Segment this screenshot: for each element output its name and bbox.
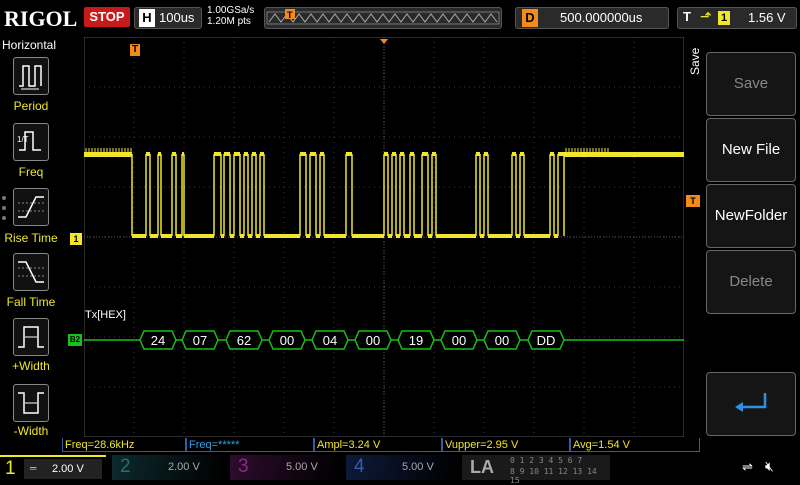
period-measure-button[interactable] — [13, 57, 49, 95]
rise-time-label: Rise Time — [4, 231, 58, 245]
horizontal-scale-display[interactable]: H 100us — [134, 7, 202, 29]
bus-byte-value: 62 — [237, 333, 251, 348]
horizontal-key: H — [139, 9, 155, 27]
bus-byte-value: 00 — [452, 333, 466, 348]
ch1-coupling-icon: ═ — [30, 463, 37, 473]
enter-button[interactable] — [706, 372, 796, 436]
bus-offset-marker[interactable]: B2 — [68, 334, 82, 346]
enter-icon — [735, 393, 767, 412]
ch4-tab[interactable]: 4 5.00 V — [346, 455, 458, 480]
neg-width-label: -Width — [13, 424, 49, 438]
bus-byte-value: 24 — [151, 333, 165, 348]
memory-depth: 1.20M pts — [207, 16, 251, 27]
ch4-number: 4 — [354, 456, 365, 477]
bus-byte-value: DD — [537, 333, 556, 348]
bus-label: Tx[HEX] — [85, 309, 126, 321]
sample-rate-info: 1.00GSa/s 1.20M pts — [207, 5, 254, 27]
waveform-display[interactable]: 24 07 62 00 04 00 19 00 00 DD — [84, 37, 684, 437]
freq-label: Freq — [18, 165, 44, 179]
bus-byte-value: 00 — [366, 333, 380, 348]
fall-time-icon — [18, 261, 44, 283]
trigger-slope-icon: ⬏ — [700, 8, 712, 24]
trigger-time-marker: T — [130, 44, 140, 56]
sample-rate: 1.00GSa/s — [207, 5, 255, 16]
trigger-level-value: 1.56 V — [748, 10, 786, 25]
ch2-scale: 2.00 V — [168, 461, 200, 473]
freq-icon: 1/T — [17, 131, 41, 151]
trigger-level-display[interactable]: T ⬏ 1 1.56 V — [677, 7, 797, 29]
rise-time-icon — [18, 196, 44, 218]
trigger-key: T — [683, 9, 691, 24]
la-label: LA — [470, 457, 494, 477]
bus-byte-value: 04 — [323, 333, 337, 348]
ch3-scale: 5.00 V — [286, 461, 318, 473]
memory-waveform-overview: T — [266, 9, 500, 25]
neg-width-icon — [18, 392, 44, 414]
pos-width-label: +Width — [12, 359, 50, 373]
measurement-freq-ch1: Freq=28.6kHz — [62, 438, 186, 452]
memory-position-bar: T — [264, 7, 502, 29]
measurement-amplitude: Ampl=3.24 V — [314, 438, 442, 452]
bus-byte-value: 00 — [280, 333, 294, 348]
ch2-number: 2 — [120, 456, 131, 477]
measurement-average: Avg=1.54 V — [570, 438, 700, 452]
ch1-number: 1 — [5, 458, 16, 479]
ch1-offset-marker[interactable]: 1 — [70, 233, 82, 245]
trigger-source-channel: 1 — [718, 11, 730, 25]
new-folder-button[interactable]: NewFolder — [706, 184, 796, 248]
menu-page-dots — [2, 196, 8, 226]
la-channels-row2: 8 9 10 11 12 13 14 15 — [510, 467, 597, 485]
bus-byte-value: 07 — [193, 333, 207, 348]
measurement-vupper: Vupper=2.95 V — [442, 438, 570, 452]
rise-time-measure-button[interactable] — [13, 188, 49, 226]
la-tab[interactable]: LA 0 1 2 3 4 5 6 7 8 9 10 11 12 13 14 15 — [462, 455, 610, 485]
pos-width-measure-button[interactable] — [13, 318, 49, 356]
bus-byte-value: 19 — [409, 333, 423, 348]
fall-time-measure-button[interactable] — [13, 253, 49, 291]
left-menu-title: Horizontal — [2, 38, 57, 52]
ch3-tab[interactable]: 3 5.00 V — [230, 455, 340, 480]
bus-byte-value: 00 — [495, 333, 509, 348]
pos-width-icon — [18, 326, 44, 348]
new-file-button[interactable]: New File — [706, 118, 796, 182]
measurement-freq-other: Freq=***** — [186, 438, 314, 452]
period-label: Period — [13, 99, 49, 113]
delay-key: D — [522, 9, 538, 27]
ch3-number: 3 — [238, 456, 249, 477]
ch2-tab[interactable]: 2 2.00 V — [112, 455, 224, 480]
horizontal-scale-value: 100us — [159, 10, 195, 25]
trigger-level-marker: T — [686, 195, 700, 207]
freq-measure-button[interactable]: 1/T — [13, 123, 49, 161]
neg-width-measure-button[interactable] — [13, 384, 49, 422]
speaker-muted-icon[interactable]: 🔇︎ — [765, 458, 774, 475]
fall-time-label: Fall Time — [6, 295, 56, 309]
trigger-delay-display[interactable]: D 500.000000us — [515, 7, 669, 29]
delete-button[interactable]: Delete — [706, 250, 796, 314]
ch1-tab[interactable]: 1 ═ 2.00 V — [0, 455, 106, 482]
la-channels-row1: 0 1 2 3 4 5 6 7 — [510, 456, 583, 465]
svg-text:1/T: 1/T — [17, 135, 29, 144]
save-button[interactable]: Save — [706, 52, 796, 116]
ch4-scale: 5.00 V — [402, 461, 434, 473]
svg-text:T: T — [287, 10, 293, 20]
period-icon — [19, 65, 42, 90]
usb-icon: ⇌ — [742, 459, 753, 474]
delay-value: 500.000000us — [560, 10, 643, 25]
run-stop-indicator[interactable]: STOP — [84, 7, 130, 27]
rigol-logo: RIGOL — [4, 6, 78, 31]
ch1-scale: 2.00 V — [52, 463, 84, 475]
